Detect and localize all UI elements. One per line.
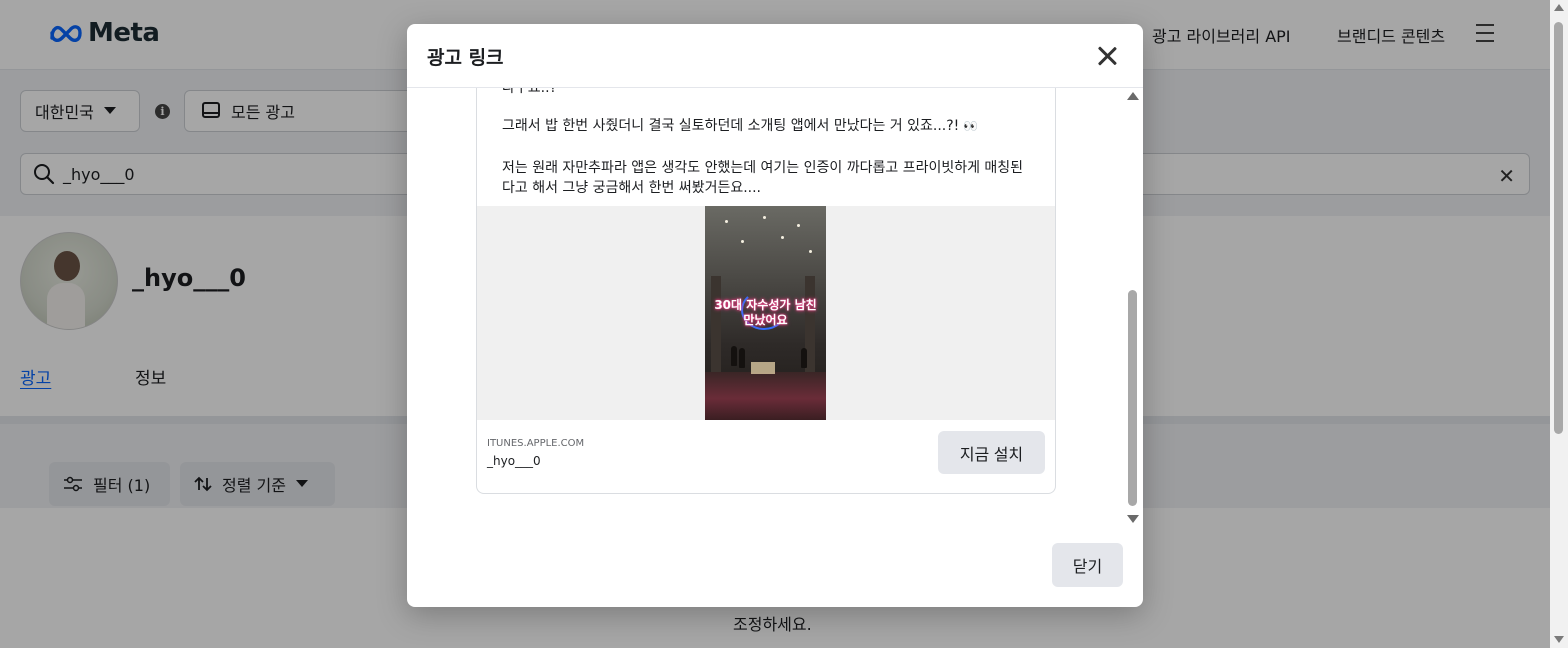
modal-header: 광고 링크	[407, 24, 1143, 88]
advertiser-name: _hyo___0	[487, 454, 541, 468]
close-icon[interactable]	[1095, 44, 1119, 68]
ad-text-line: 라구요..?	[502, 88, 557, 96]
video-overlay-line: 만났어요	[743, 313, 788, 327]
video-overlay-caption: 30대 자수성가 남친 만났어요	[705, 298, 826, 328]
ad-link-modal: 광고 링크 라구요..? 그래서 밥 한번 사줬더니 결국 실토하던데 소개팅 …	[407, 24, 1143, 607]
link-domain: ITUNES.APPLE.COM	[487, 438, 585, 449]
modal-scrollbar[interactable]	[1125, 88, 1141, 531]
ad-preview-card: 라구요..? 그래서 밥 한번 사줬더니 결국 실토하던데 소개팅 앱에서 만났…	[476, 88, 1056, 494]
ad-text-paragraph: 그래서 밥 한번 사줬더니 결국 실토하던데 소개팅 앱에서 만났다는 거 있죠…	[502, 116, 1032, 136]
ad-media[interactable]: 30대 자수성가 남친 만났어요	[477, 206, 1055, 420]
video-overlay-line: 30대 자수성가 남친	[714, 298, 817, 312]
ad-video-thumbnail[interactable]: 30대 자수성가 남친 만났어요	[705, 206, 826, 420]
ad-card-footer: ITUNES.APPLE.COM _hyo___0 지금 설치	[477, 420, 1055, 493]
modal-title: 광고 링크	[427, 47, 504, 69]
ad-text-line: 그래서 밥 한번 사줬더니 결국 실토하던데 소개팅 앱에서 만났다는 거 있죠…	[502, 118, 960, 134]
install-now-button[interactable]: 지금 설치	[938, 431, 1045, 474]
ad-text-paragraph: 저는 원래 자만추파라 앱은 생각도 안했는데 여기는 인증이 까다롭고 프라이…	[502, 160, 1024, 196]
page-scrollbar[interactable]	[1550, 0, 1568, 648]
close-button[interactable]: 닫기	[1052, 543, 1123, 587]
modal-body: 라구요..? 그래서 밥 한번 사줬더니 결국 실토하던데 소개팅 앱에서 만났…	[407, 88, 1143, 531]
eyes-emoji-icon: 👀	[963, 119, 979, 133]
